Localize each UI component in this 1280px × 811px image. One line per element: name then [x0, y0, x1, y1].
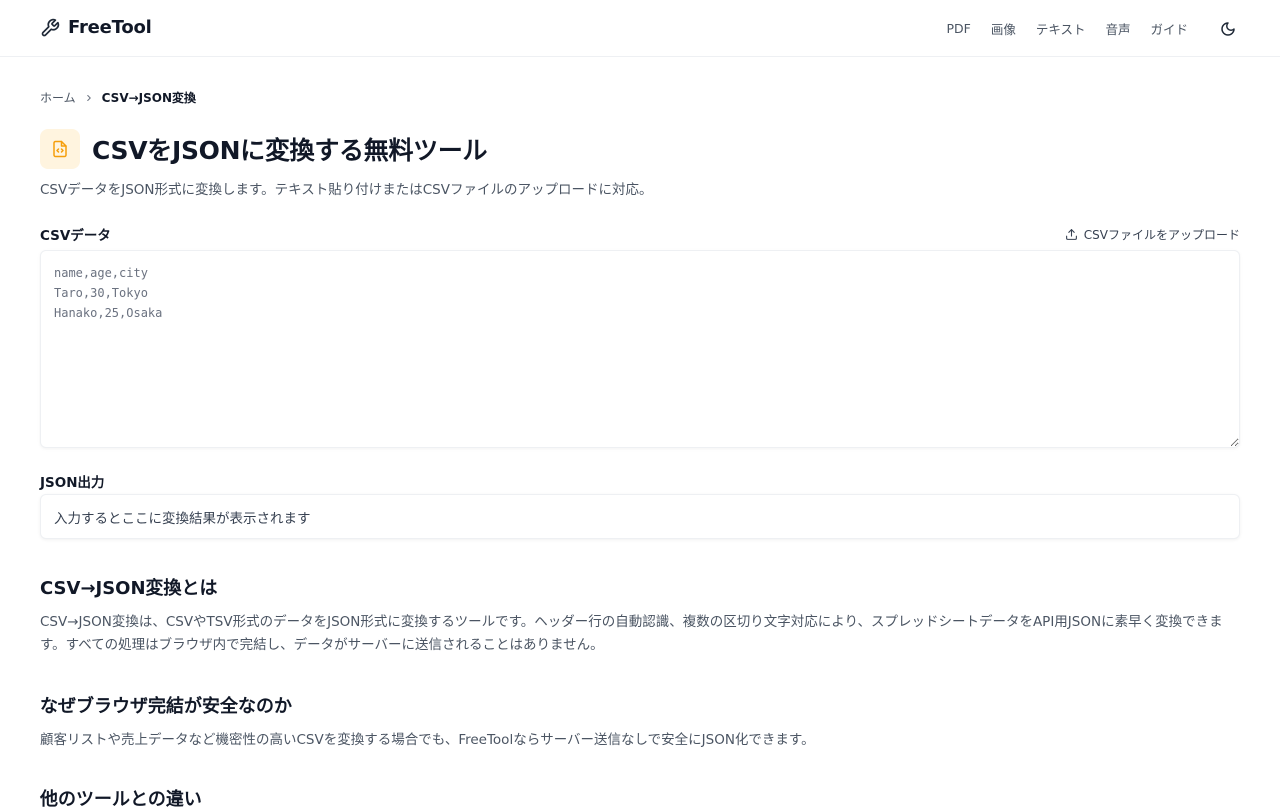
section-body-why-safe: 顧客リストや売上データなど機密性の高いCSVを変換する場合でも、FreeTool… [40, 732, 815, 748]
csv-input[interactable] [40, 250, 1240, 448]
wrench-icon [40, 18, 60, 38]
logo[interactable]: FreeTool [40, 17, 152, 38]
chevron-right-icon [84, 93, 94, 103]
json-label-row: JSON出力 [40, 471, 1240, 491]
file-code-icon [40, 129, 80, 169]
section-heading-what: CSV→JSON変換とは [40, 578, 218, 599]
json-output-label: JSON出力 [40, 475, 105, 491]
page-title: CSVをJSONに変換する無料ツール [92, 136, 488, 165]
theme-toggle-button[interactable] [1216, 17, 1240, 41]
section-body-what: CSV→JSON変換は、CSVやTSV形式のデータをJSON形式に変換するツール… [40, 614, 1223, 653]
csv-label-row: CSVデータ CSVファイルをアップロード [40, 224, 1240, 245]
breadcrumb-home-link[interactable]: ホーム [40, 89, 76, 106]
json-output-placeholder: 入力するとここに変換結果が表示されます [54, 510, 311, 527]
breadcrumb-current: CSV→JSON変換 [101, 91, 197, 105]
nav-link-pdf[interactable]: PDF [946, 21, 970, 36]
json-output[interactable]: 入力するとここに変換結果が表示されます [40, 494, 1240, 539]
csv-data-label: CSVデータ [40, 228, 111, 244]
section-heading-differences: 他のツールとの違い [40, 789, 202, 810]
nav-link-image[interactable]: 画像 [991, 19, 1016, 38]
site-header: FreeTool PDF 画像 テキスト 音声 ガイド [0, 0, 1280, 57]
nav-link-text[interactable]: テキスト [1036, 19, 1086, 38]
section-heading-why-safe: なぜブラウザ完結が安全なのか [40, 696, 292, 717]
title-row: CSVをJSONに変換する無料ツール [40, 129, 488, 169]
nav-link-audio[interactable]: 音声 [1105, 19, 1130, 38]
breadcrumb: ホーム CSV→JSON変換 [40, 89, 196, 106]
upload-csv-label: CSVファイルをアップロード [1083, 227, 1240, 242]
page-description: CSVデータをJSON形式に変換します。テキスト貼り付けまたはCSVファイルのア… [40, 182, 653, 198]
logo-text: FreeTool [68, 17, 152, 38]
upload-icon [1065, 228, 1077, 240]
main-nav: PDF 画像 テキスト 音声 ガイド [926, 0, 1240, 57]
nav-link-guide[interactable]: ガイド [1150, 19, 1188, 38]
upload-csv-button[interactable]: CSVファイルをアップロード [1065, 226, 1240, 243]
moon-icon [1221, 21, 1235, 36]
